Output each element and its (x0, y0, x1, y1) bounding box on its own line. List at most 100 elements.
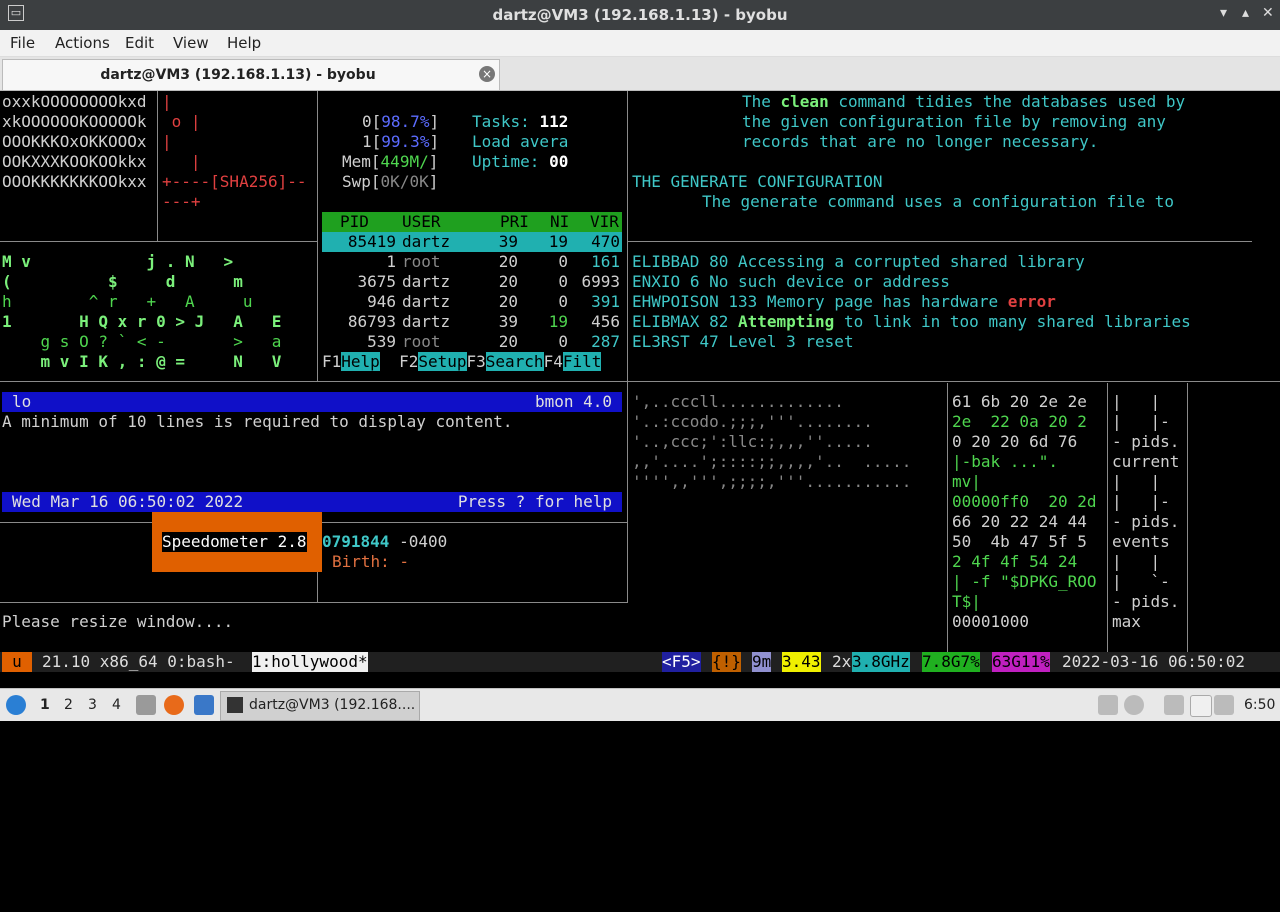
errno-line: EL3RST 47 Level 3 reset (632, 332, 854, 352)
sha-art-line: o | (162, 112, 201, 131)
tree-line: - pids. (1112, 592, 1180, 611)
matrix-line: 1 H Q x r 0 > J A E (2, 312, 282, 331)
htop-mem: Mem[449M/] (342, 152, 439, 171)
hex-line: 66 20 22 24 44 (952, 512, 1087, 531)
help-button[interactable]: Help (341, 352, 380, 371)
status-clock: 2022-03-16 06:50:02 (1062, 652, 1246, 671)
workspace-2[interactable]: 2 (64, 697, 73, 713)
matrix-line: M v j . N > (2, 252, 234, 271)
hex-line: 61 6b 20 2e 2e (952, 392, 1087, 411)
menu-edit[interactable]: Edit (125, 34, 154, 52)
close-window-button[interactable]: ✕ (1262, 5, 1274, 21)
errno-name: EHWPOISON (632, 292, 719, 311)
hex-line: | -f "$DPKG_ROO (952, 572, 1097, 591)
hex-line: T$| (952, 592, 981, 611)
table-row[interactable]: 539 root 20 0 287 (322, 332, 622, 352)
ascii-art-line: '''',,''',;;;;,'''........... (632, 472, 912, 491)
workspace-1[interactable]: 1 (40, 697, 50, 713)
col-vir[interactable]: VIR (590, 212, 619, 232)
bmon-footer: Wed Mar 16 06:50:02 2022 Press ? for help (2, 492, 622, 512)
status-f5[interactable]: <F5> (662, 652, 701, 672)
terminal-area[interactable]: oxxkOOOOOOOOkxd xkOOOOOOKOOOOOk OOOKKKOx… (0, 91, 1280, 652)
row-ni: 0 (558, 292, 568, 311)
table-row[interactable]: 86793 dartz 39 19 456 (322, 312, 622, 332)
file-manager-icon[interactable] (136, 695, 156, 715)
doc-text: The (742, 92, 781, 111)
hex-line: 0 20 20 6d 76 (952, 432, 1078, 451)
tab-session[interactable]: dartz@VM3 (192.168.1.13) - byobu × (2, 59, 500, 90)
status-mem2: 7.8G7% (922, 652, 980, 672)
table-row[interactable]: 85419 dartz 39 19 470 (322, 232, 622, 252)
menu-file[interactable]: File (10, 34, 35, 52)
desktop-icon[interactable] (194, 695, 214, 715)
filter-button[interactable]: Filt (562, 352, 602, 371)
htop-cpu0: 0[98.7%] (362, 112, 440, 131)
notes-icon[interactable] (1190, 695, 1212, 717)
search-button[interactable]: Search (485, 352, 544, 371)
status-load: 3.43 (782, 652, 821, 672)
errno-msg: Level 3 reset (728, 332, 854, 351)
workspace-3[interactable]: 3 (88, 697, 97, 713)
sha-art-line: +----[SHA256]-- (162, 172, 307, 191)
fkey-f4: F4 (543, 352, 563, 371)
pane-divider (1107, 383, 1108, 652)
errno-num: 80 (709, 252, 729, 271)
taskbar-app-terminal[interactable]: dartz@VM3 (192.168.... (220, 691, 420, 721)
menu-help[interactable]: Help (227, 34, 261, 52)
status-window[interactable]: 1:hollywood* (252, 652, 368, 672)
htop-fkeys: F1Help F2SetupF3SearchF4Filt (322, 352, 602, 372)
status-u: u (2, 652, 32, 672)
workspace-4[interactable]: 4 (112, 697, 121, 713)
errno-num: 133 (728, 292, 758, 311)
maximize-button[interactable]: ▴ (1242, 5, 1249, 21)
clock[interactable]: 6:50 (1244, 697, 1275, 713)
fkey-f3: F3 (466, 352, 486, 371)
htop-tasks: Tasks: 112 (472, 112, 568, 132)
randomart-line: oxxkOOOOOOOOkxd (2, 92, 147, 111)
battery-icon[interactable] (1214, 695, 1234, 715)
col-pri[interactable]: PRI (500, 212, 529, 232)
row-pri: 20 (498, 292, 518, 311)
fkey-f2: F2 (399, 352, 419, 371)
pane-divider (0, 241, 317, 242)
row-vir: 470 (591, 232, 620, 251)
bmon-version: bmon 4.0 (534, 392, 612, 411)
bmon-header: lo bmon 4.0 (2, 392, 622, 412)
doc-text: command tidies the databases used by (828, 92, 1186, 111)
display-icon[interactable] (1164, 695, 1184, 715)
row-vir: 161 (591, 252, 620, 271)
hex-line: 00001000 (952, 612, 1030, 631)
table-row[interactable]: 3675 dartz 20 0 6993 (322, 272, 622, 292)
clipboard-icon[interactable] (1098, 695, 1118, 715)
minimize-button[interactable]: ▾ (1220, 5, 1227, 21)
bmon-iface: lo (12, 392, 32, 411)
start-menu-icon[interactable] (6, 695, 26, 715)
randomart-line: OOKXXXKOOKOOkkx (2, 152, 147, 171)
row-pri: 39 (498, 232, 518, 251)
tree-line: - pids. (1112, 432, 1180, 451)
menu-actions[interactable]: Actions (55, 34, 110, 52)
firefox-icon[interactable] (164, 695, 184, 715)
menu-view[interactable]: View (173, 34, 209, 52)
tasks-label: Tasks: (472, 112, 530, 131)
col-user[interactable]: USER (402, 212, 441, 232)
tab-close-icon[interactable]: × (479, 66, 495, 82)
col-ni[interactable]: NI (550, 212, 569, 232)
resize-message: Please resize window.... (2, 612, 234, 631)
table-row[interactable]: 1 root 20 0 161 (322, 252, 622, 272)
col-pid[interactable]: PID (340, 212, 369, 232)
uptime-value: 00 (549, 152, 569, 171)
randomart-line: OOOKKKKKKKOOkxx (2, 172, 147, 191)
matrix-line: m v I K , : @ = N V (2, 352, 282, 371)
table-row[interactable]: 946 dartz 20 0 391 (322, 292, 622, 312)
row-pri: 39 (498, 312, 518, 331)
row-user: dartz (402, 232, 451, 251)
cpu1-value: 99.3% (381, 132, 430, 151)
errno-msg: No such device or address (709, 272, 950, 291)
htop-cpu1: 1[99.3%] (362, 132, 440, 151)
volume-icon[interactable] (1124, 695, 1144, 715)
matrix-line: g s O ? ` < - > a (2, 332, 282, 351)
setup-button[interactable]: Setup (418, 352, 467, 371)
stat-number: 0791844 (322, 532, 390, 551)
sha-art-line: ---+ (162, 192, 201, 211)
